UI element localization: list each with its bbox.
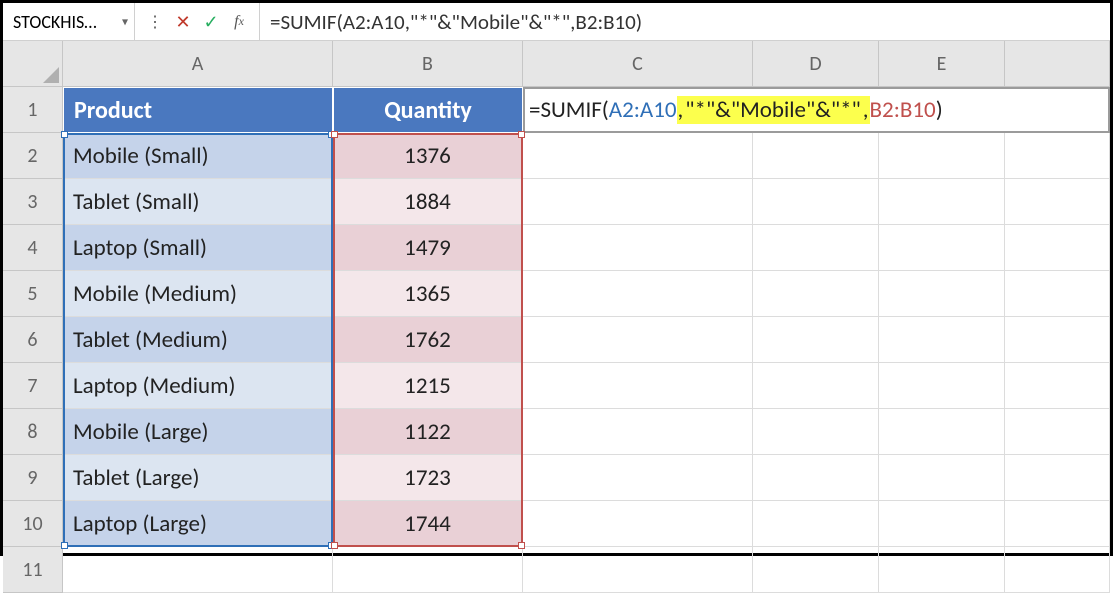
cell[interactable]	[879, 547, 1005, 593]
cell[interactable]	[523, 179, 753, 225]
col-header-extra[interactable]	[1005, 41, 1110, 87]
cell[interactable]: 1884	[333, 179, 523, 225]
cell[interactable]	[523, 547, 753, 593]
cell[interactable]	[753, 455, 879, 501]
cell[interactable]	[879, 179, 1005, 225]
cell[interactable]: 1365	[333, 271, 523, 317]
col-header-C[interactable]: C	[523, 41, 753, 87]
cell[interactable]	[753, 547, 879, 593]
cell[interactable]	[753, 133, 879, 179]
cell[interactable]	[523, 501, 753, 547]
cell[interactable]: Mobile (Medium)	[63, 271, 333, 317]
row-header[interactable]: 4	[3, 225, 63, 271]
row-header[interactable]: 11	[3, 547, 63, 593]
cell[interactable]	[1005, 317, 1110, 363]
name-box-value: STOCKHIS…	[13, 11, 97, 33]
cell-formula-edit[interactable]: =SUMIF(A2:A10,"*"&"Mobile"&"*",B2:B10)	[523, 87, 1110, 133]
cell[interactable]	[523, 409, 753, 455]
cell[interactable]: Laptop (Medium)	[63, 363, 333, 409]
cancel-icon[interactable]: ✕	[169, 3, 197, 40]
formula-bar: STOCKHIS… ▾ ⋮ ✕ ✓ fx =SUMIF(A2:A10,"*"&"…	[3, 3, 1110, 41]
header-cell-product[interactable]: Product	[63, 87, 333, 133]
row-header[interactable]: 3	[3, 179, 63, 225]
cell[interactable]	[879, 133, 1005, 179]
name-box[interactable]: STOCKHIS… ▾	[3, 3, 135, 40]
cell[interactable]	[523, 133, 753, 179]
cell[interactable]	[63, 547, 333, 593]
tok-range2: B2:B10	[870, 96, 936, 124]
row-header[interactable]: 10	[3, 501, 63, 547]
cell[interactable]	[879, 363, 1005, 409]
tok-prefix: =SUMIF(	[529, 96, 609, 124]
cell[interactable]	[1005, 501, 1110, 547]
cell[interactable]	[1005, 455, 1110, 501]
cell[interactable]	[1005, 225, 1110, 271]
cell[interactable]: 1122	[333, 409, 523, 455]
formula-bar-buttons: ⋮ ✕ ✓ fx	[135, 3, 260, 40]
formula-input[interactable]: =SUMIF(A2:A10,"*"&"Mobile"&"*",B2:B10)	[260, 9, 1110, 35]
cell[interactable]	[753, 225, 879, 271]
tok-range1: A2:A10	[609, 96, 677, 124]
cell[interactable]	[879, 225, 1005, 271]
cell[interactable]	[753, 179, 879, 225]
cell[interactable]	[1005, 409, 1110, 455]
cell[interactable]	[523, 455, 753, 501]
header-cell-quantity[interactable]: Quantity	[333, 87, 523, 133]
cell[interactable]	[523, 225, 753, 271]
cell[interactable]: Laptop (Large)	[63, 501, 333, 547]
cell[interactable]: Mobile (Large)	[63, 409, 333, 455]
cell[interactable]	[1005, 179, 1110, 225]
col-header-A[interactable]: A	[63, 41, 333, 87]
cell[interactable]	[333, 547, 523, 593]
col-header-E[interactable]: E	[879, 41, 1005, 87]
cell[interactable]	[753, 363, 879, 409]
cell[interactable]	[753, 501, 879, 547]
cell[interactable]: Tablet (Medium)	[63, 317, 333, 363]
row-header[interactable]: 9	[3, 455, 63, 501]
cell[interactable]	[1005, 133, 1110, 179]
row-header[interactable]: 6	[3, 317, 63, 363]
cell[interactable]	[1005, 271, 1110, 317]
select-all-corner[interactable]	[3, 41, 63, 87]
row-header[interactable]: 2	[3, 133, 63, 179]
row-header[interactable]: 8	[3, 409, 63, 455]
cell[interactable]: Laptop (Small)	[63, 225, 333, 271]
fx-icon[interactable]: fx	[225, 3, 253, 40]
col-header-B[interactable]: B	[333, 41, 523, 87]
cell[interactable]	[523, 363, 753, 409]
cell[interactable]	[879, 271, 1005, 317]
tok-suffix: )	[936, 96, 943, 124]
row-header[interactable]: 1	[3, 87, 63, 133]
cell[interactable]	[879, 317, 1005, 363]
chevron-down-icon[interactable]: ▾	[122, 14, 128, 29]
cell[interactable]: Mobile (Small)	[63, 133, 333, 179]
cell[interactable]: Tablet (Small)	[63, 179, 333, 225]
cell[interactable]	[753, 271, 879, 317]
cell[interactable]	[753, 409, 879, 455]
divider-icon: ⋮	[141, 3, 169, 40]
cell[interactable]	[1005, 547, 1110, 593]
spreadsheet-grid[interactable]: A B C D E 1 Product Quantity =SUMIF(A2:A…	[3, 41, 1110, 593]
cell[interactable]	[879, 501, 1005, 547]
cell[interactable]: 1479	[333, 225, 523, 271]
tok-criteria: "*"&"Mobile"&"*"	[684, 96, 862, 124]
cell[interactable]	[879, 455, 1005, 501]
cell[interactable]	[523, 317, 753, 363]
enter-icon[interactable]: ✓	[197, 3, 225, 40]
col-header-D[interactable]: D	[753, 41, 879, 87]
tok-sep1: ,	[677, 96, 685, 124]
cell[interactable]: 1762	[333, 317, 523, 363]
tok-sep2: ,	[862, 96, 870, 124]
cell[interactable]	[879, 409, 1005, 455]
row-header[interactable]: 5	[3, 271, 63, 317]
cell[interactable]: 1376	[333, 133, 523, 179]
row-header[interactable]: 7	[3, 363, 63, 409]
cell[interactable]: 1215	[333, 363, 523, 409]
cell[interactable]: Tablet (Large)	[63, 455, 333, 501]
cell[interactable]: 1744	[333, 501, 523, 547]
cell[interactable]	[1005, 363, 1110, 409]
cell[interactable]: 1723	[333, 455, 523, 501]
cell[interactable]	[753, 317, 879, 363]
cell[interactable]	[523, 271, 753, 317]
